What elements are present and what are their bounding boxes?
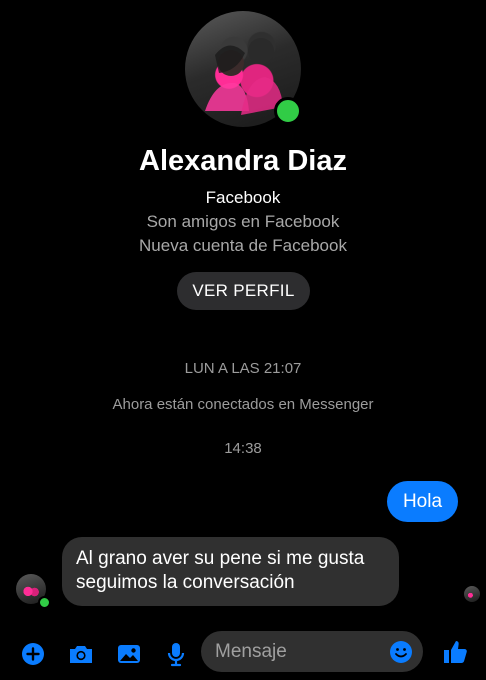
account-note: Nueva cuenta de Facebook [139, 236, 347, 255]
sender-online-indicator [38, 596, 51, 609]
profile-source: Facebook [205, 188, 281, 207]
microphone-icon[interactable] [161, 639, 191, 669]
connected-notice: Ahora están conectados en Messenger [112, 396, 374, 413]
incoming-message-line: Al grano aver su pene si me gusta [76, 548, 365, 569]
thumbs-up-icon[interactable] [440, 637, 470, 667]
message-composer [0, 626, 486, 680]
view-profile-button[interactable]: VER PERFIL [177, 272, 310, 310]
outgoing-message[interactable]: Hola [387, 481, 458, 522]
message-timestamp: 14:38 [224, 440, 262, 457]
plus-icon[interactable] [18, 639, 48, 669]
conversation-timestamp: LUN A LAS 21:07 [184, 360, 302, 377]
incoming-message-line: seguimos la conversación [76, 572, 295, 593]
message-input[interactable] [215, 631, 385, 672]
camera-icon[interactable] [66, 639, 96, 669]
profile-name: Alexandra Diaz [139, 145, 347, 177]
incoming-message[interactable]: Al grano aver su pene si me gusta seguim… [62, 537, 399, 606]
friendship-status: Son amigos en Facebook [146, 212, 340, 231]
emoji-icon[interactable] [389, 640, 413, 664]
online-status-indicator [274, 97, 302, 125]
seen-receipt-avatar [464, 586, 480, 602]
message-input-container[interactable] [201, 631, 423, 672]
gallery-icon[interactable] [114, 639, 144, 669]
